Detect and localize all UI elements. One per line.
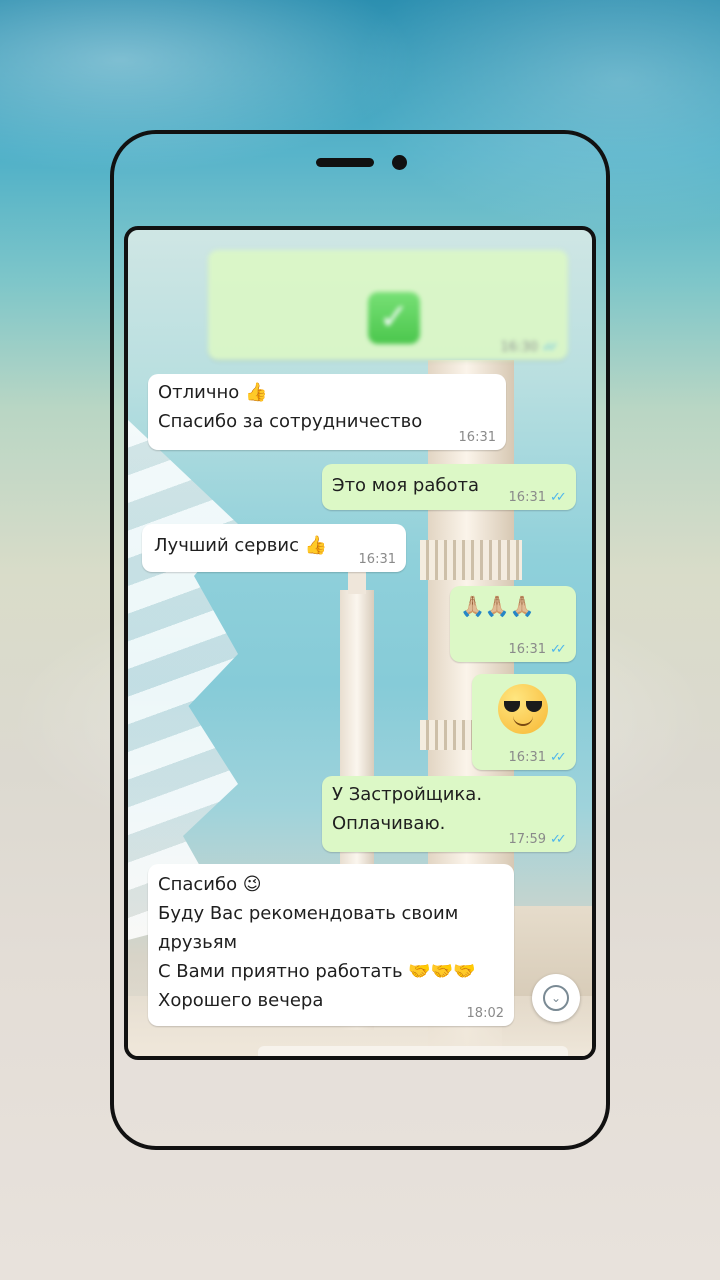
input-bar-edge <box>258 1046 568 1056</box>
speaker-slot <box>316 158 374 167</box>
message-text: С Вами приятно работать 🤝🤝🤝 <box>158 961 476 982</box>
message-text: Спасибо за сотрудничество <box>158 411 423 432</box>
double-check-icon: ✓✓ <box>550 642 567 657</box>
check-mark-icon: ✓ <box>368 292 420 344</box>
message-time: 16:30 ✓✓ <box>501 340 559 356</box>
message-time: 16:31 ✓✓ <box>509 750 567 766</box>
message-text: Буду Вас рекомендовать своим <box>158 903 459 924</box>
message-bubble-outgoing[interactable]: 16:31 ✓✓ <box>472 674 576 770</box>
chevron-down-icon: ⌄ <box>543 985 569 1011</box>
double-check-icon: ✓✓ <box>550 490 567 505</box>
message-time: 18:02 <box>466 1006 504 1021</box>
message-bubble-incoming[interactable]: Лучший сервис 👍 16:31 <box>142 524 406 572</box>
message-text: друзьям <box>158 932 238 953</box>
double-check-icon: ✓✓ <box>550 832 567 847</box>
message-text: Хорошего вечера <box>158 990 324 1011</box>
message-text: 🙏🏼🙏🏼🙏🏼 <box>460 594 535 618</box>
message-time: 16:31 ✓✓ <box>509 490 567 506</box>
message-bubble-blurred[interactable]: ✓ 16:30 ✓✓ <box>208 250 568 360</box>
scroll-down-button[interactable]: ⌄ <box>532 974 580 1022</box>
phone-frame: ✓ 16:30 ✓✓ Отлично 👍 Спасибо за сотрудни… <box>110 130 610 1150</box>
wallpaper-awning <box>128 420 238 940</box>
double-check-icon: ✓✓ <box>550 750 567 765</box>
message-bubble-incoming[interactable]: Спасибо 😉 Буду Вас рекомендовать своим д… <box>148 864 514 1026</box>
message-time: 16:31 ✓✓ <box>509 642 567 658</box>
message-bubble-outgoing[interactable]: 🙏🏼🙏🏼🙏🏼 16:31 ✓✓ <box>450 586 576 662</box>
wallpaper-balcony <box>420 540 522 580</box>
double-check-icon: ✓✓ <box>542 340 559 355</box>
message-text: Отлично 👍 <box>158 382 268 403</box>
message-time: 17:59 ✓✓ <box>509 832 567 848</box>
message-bubble-outgoing[interactable]: Это моя работа 16:31 ✓✓ <box>322 464 576 510</box>
sunglasses-face-icon <box>498 684 548 734</box>
message-text: Спасибо 😉 <box>158 874 262 895</box>
message-text: У Застройщика. <box>332 784 483 805</box>
message-time: 16:31 <box>358 552 396 567</box>
message-bubble-outgoing[interactable]: У Застройщика. Оплачиваю. 17:59 ✓✓ <box>322 776 576 852</box>
message-time: 16:31 <box>458 430 496 445</box>
chat-screen[interactable]: ✓ 16:30 ✓✓ Отлично 👍 Спасибо за сотрудни… <box>124 226 596 1060</box>
message-bubble-incoming[interactable]: Отлично 👍 Спасибо за сотрудничество 16:3… <box>148 374 506 450</box>
front-camera <box>392 155 407 170</box>
